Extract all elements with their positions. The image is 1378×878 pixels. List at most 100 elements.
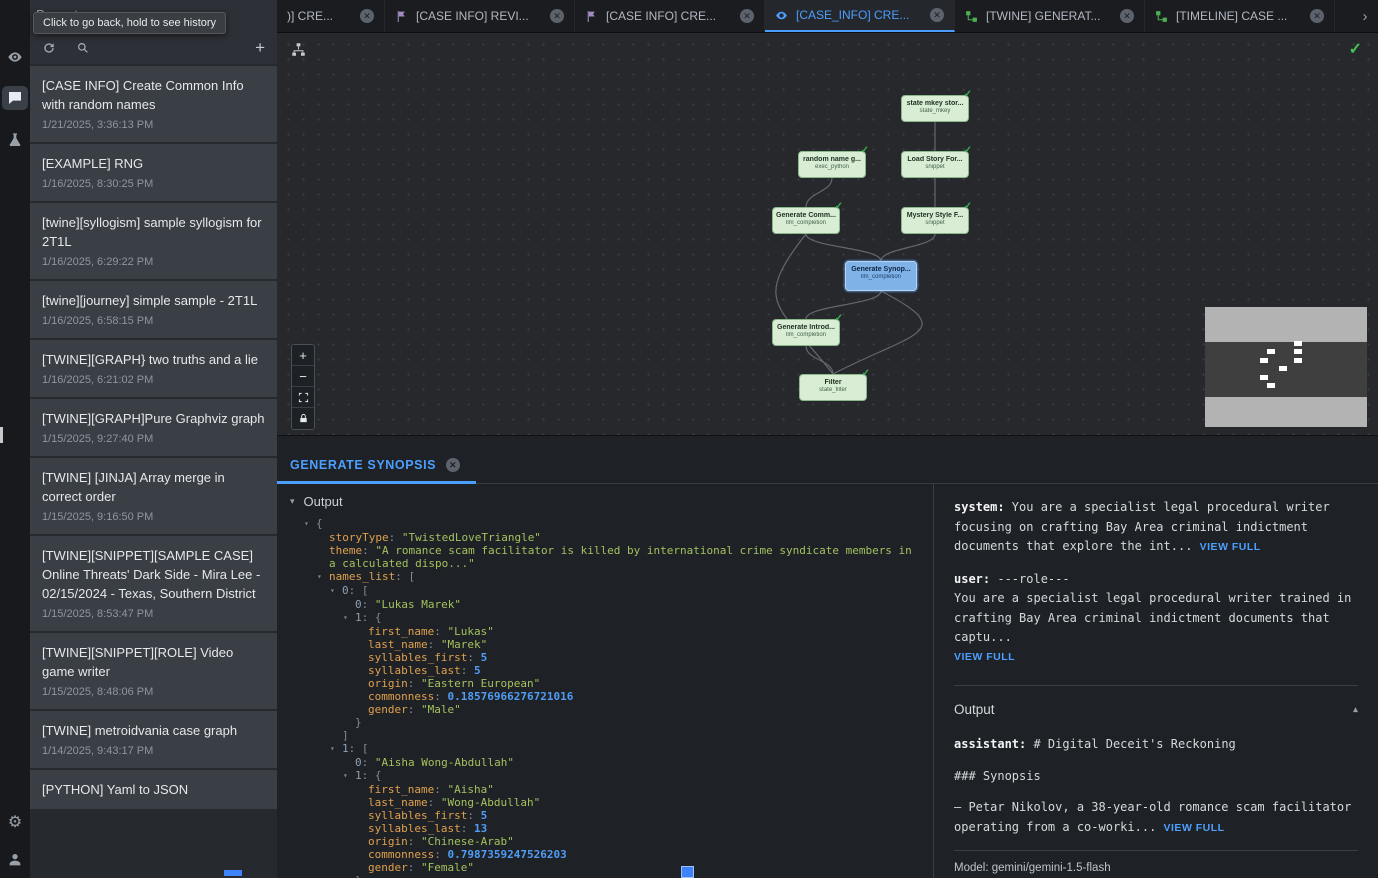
collapse-chevron-up-icon[interactable]: ▾ xyxy=(1353,704,1358,715)
user-view-full-link[interactable]: VIEW FULL xyxy=(954,648,1358,668)
editor-tab[interactable]: )] CRE...✕ xyxy=(277,0,385,32)
json-token: origin xyxy=(368,835,408,848)
graph-node[interactable]: Load Story For...snippet✓ xyxy=(901,151,969,178)
close-tab-icon[interactable]: ✕ xyxy=(1310,9,1324,23)
bottom-panel: GENERATE SYNOPSIS ✕ ▾ Output ▾{storyType… xyxy=(277,436,1378,878)
prompt-list-item[interactable]: [PYTHON] Yaml to JSON xyxy=(30,770,277,809)
minimap-node xyxy=(1294,358,1302,363)
graph-node[interactable]: Generate Comm...llm_completion✓ xyxy=(772,207,840,234)
prompts-sidebar: Prompts + [CASE INFO] Create Common Info… xyxy=(30,0,277,878)
flag-icon xyxy=(585,10,598,23)
json-token: 0.7987359247526203 xyxy=(447,848,566,861)
editor-tab[interactable]: [TWINE] GENERAT...✕ xyxy=(955,0,1145,32)
graph-edge xyxy=(833,291,922,374)
json-line: origin: "Eastern European" xyxy=(290,677,933,690)
flask-icon[interactable] xyxy=(3,131,28,148)
json-line: ▾1: { xyxy=(290,769,933,783)
prompts-chat-icon[interactable] xyxy=(2,86,28,110)
panel-tab-generate-synopsis[interactable]: GENERATE SYNOPSIS ✕ xyxy=(277,458,476,484)
search-icon[interactable] xyxy=(76,41,90,55)
json-token: gender xyxy=(368,703,408,716)
json-line: ] xyxy=(290,729,933,742)
minimap[interactable] xyxy=(1205,307,1367,427)
assistant-view-full-link[interactable]: VIEW FULL xyxy=(1164,822,1225,834)
graph-node[interactable]: Mystery Style F...snippet✓ xyxy=(901,207,969,234)
resize-handle[interactable] xyxy=(681,866,694,878)
inspector-pane: system: You are a specialist legal proce… xyxy=(934,484,1378,878)
close-tab-icon[interactable]: ✕ xyxy=(930,8,944,22)
json-token: ] xyxy=(342,729,349,742)
json-line: commonness: 0.7987359247526203 xyxy=(290,848,933,861)
prompt-list-item[interactable]: [TWINE][GRAPH]Pure Graphviz graph1/15/20… xyxy=(30,399,277,456)
user-role-label: user: xyxy=(954,572,990,586)
settings-gear-icon[interactable]: ⚙ xyxy=(3,813,28,830)
json-token: { xyxy=(375,769,382,782)
prompt-list-item[interactable]: [CASE INFO] Create Common Info with rand… xyxy=(30,66,277,142)
add-prompt-button[interactable]: + xyxy=(255,38,265,58)
json-line: origin: "Chinese-Arab" xyxy=(290,835,933,848)
json-token: : xyxy=(408,703,421,716)
graph-node[interactable]: Generate Introd...llm_completion✓ xyxy=(772,319,840,346)
app-root: ⚙ Prompts + [CASE INFO] Create Common In… xyxy=(0,0,1378,878)
prompt-list-item[interactable]: [TWINE][GRAPH} two truths and a lie1/16/… xyxy=(30,340,277,397)
graph-node[interactable]: Generate Synop...llm_completion xyxy=(845,261,917,291)
json-token: : xyxy=(362,769,375,782)
minimap-node xyxy=(1279,366,1287,371)
json-token: 0 xyxy=(355,598,362,611)
zoom-out-button[interactable]: − xyxy=(292,366,314,387)
prompt-list-item[interactable]: [TWINE] [JINJA] Array merge in correct o… xyxy=(30,458,277,534)
json-line: 0: "Lukas Marek" xyxy=(290,598,933,611)
graph-node[interactable]: state mkey stor...state_mkey✓ xyxy=(901,95,969,122)
resize-handle[interactable] xyxy=(224,870,242,876)
editor-tab[interactable]: [CASE INFO] CRE...✕ xyxy=(575,0,765,32)
auto-layout-icon[interactable] xyxy=(291,42,306,62)
node-title: random name g... xyxy=(799,156,865,163)
prompt-title: [TWINE][SNIPPET][SAMPLE CASE] Online Thr… xyxy=(42,546,265,603)
json-token: : xyxy=(362,611,375,624)
close-tab-icon[interactable]: ✕ xyxy=(1120,9,1134,23)
graph-node[interactable]: random name g...exec_python✓ xyxy=(798,151,866,178)
json-token: 13 xyxy=(474,822,487,835)
close-tab-icon[interactable]: ✕ xyxy=(550,9,564,23)
json-token: "Wong-Abdullah" xyxy=(441,796,540,809)
tab-scroll-right-icon[interactable]: › xyxy=(1352,0,1378,32)
editor-tab[interactable]: [TIMELINE] CASE ...✕ xyxy=(1145,0,1335,32)
assistant-message-title: assistant: # Digital Deceit's Reckoning xyxy=(954,735,1358,755)
graph-node[interactable]: Filterstate_filter✓ xyxy=(799,374,867,401)
json-token: 0.18576966276721016 xyxy=(447,690,573,703)
eye-icon[interactable] xyxy=(3,48,28,65)
json-line: ▾{ xyxy=(290,517,933,531)
json-line: commonness: 0.18576966276721016 xyxy=(290,690,933,703)
lock-button[interactable] xyxy=(292,408,314,429)
prompt-list-item[interactable]: [TWINE] metroidvania case graph1/14/2025… xyxy=(30,711,277,768)
editor-tab[interactable]: [CASE_INFO] CRE...✕ xyxy=(765,0,955,32)
divider xyxy=(954,685,1358,686)
system-text: You are a specialist legal procedural wr… xyxy=(954,500,1330,553)
json-token: : xyxy=(349,742,362,755)
panel-resize-grip[interactable] xyxy=(0,427,3,443)
close-tab-icon[interactable]: ✕ xyxy=(360,9,374,23)
node-subtitle: llm_completion xyxy=(773,332,839,338)
prompt-list-item[interactable]: [TWINE][SNIPPET][ROLE] Video game writer… xyxy=(30,633,277,709)
zoom-in-button[interactable]: + xyxy=(292,345,314,366)
close-panel-tab-icon[interactable]: ✕ xyxy=(446,458,460,472)
prompt-list-item[interactable]: [twine][journey] simple sample - 2T1L1/1… xyxy=(30,281,277,338)
json-line: theme: "A romance scam facilitator is ki… xyxy=(290,544,933,570)
prompt-list-item[interactable]: [twine][syllogism] sample syllogism for … xyxy=(30,203,277,279)
prompt-list-item[interactable]: [TWINE][SNIPPET][SAMPLE CASE] Online Thr… xyxy=(30,536,277,631)
system-view-full-link[interactable]: VIEW FULL xyxy=(1200,541,1261,553)
close-tab-icon[interactable]: ✕ xyxy=(740,9,754,23)
prompt-list: [CASE INFO] Create Common Info with rand… xyxy=(30,64,277,878)
refresh-icon[interactable] xyxy=(42,41,56,55)
fit-view-button[interactable] xyxy=(292,387,314,408)
node-title: Load Story For... xyxy=(902,156,968,163)
account-icon[interactable] xyxy=(3,851,28,868)
json-line: first_name: "Aisha" xyxy=(290,783,933,796)
output-section-header[interactable]: ▾ Output xyxy=(290,494,933,509)
graph-canvas[interactable]: state mkey stor...state_mkey✓random name… xyxy=(277,33,1378,436)
tab-label: [CASE INFO] REVI... xyxy=(416,9,542,23)
prompt-list-item[interactable]: [EXAMPLE] RNG1/16/2025, 8:30:25 PM xyxy=(30,144,277,201)
node-title: Generate Comm... xyxy=(773,212,839,219)
panel-tab-label: GENERATE SYNOPSIS xyxy=(290,458,436,472)
editor-tab[interactable]: [CASE INFO] REVI... ✕ xyxy=(385,0,575,32)
